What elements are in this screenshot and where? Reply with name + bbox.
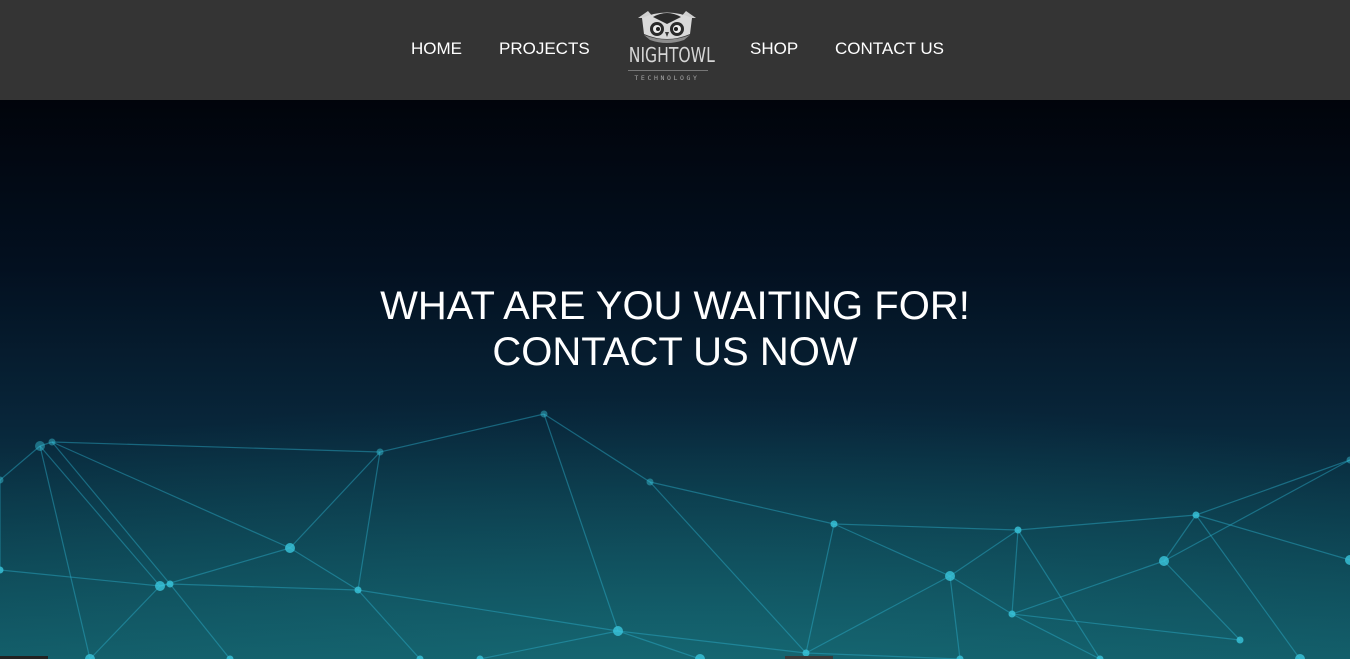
top-navbar: HOME PROJECTS NIGHTOWL TECHNOLOGY SHOP C… <box>0 0 1350 100</box>
hero-section: WHAT ARE YOU WAITING FOR! CONTACT US NOW <box>0 100 1350 659</box>
nav-projects-link[interactable]: PROJECTS <box>499 40 590 58</box>
mesh-node <box>1192 511 1200 519</box>
mesh-node <box>166 580 174 588</box>
hero-headline: WHAT ARE YOU WAITING FOR! CONTACT US NOW <box>0 283 1350 375</box>
mesh-node <box>540 410 548 418</box>
mesh-node <box>613 626 623 636</box>
nav-home-link[interactable]: HOME <box>411 40 462 58</box>
mesh-node <box>1159 556 1169 566</box>
mesh-node <box>1014 526 1022 534</box>
mesh-node <box>945 571 955 581</box>
logo-wordmark: NIGHTOWL <box>628 43 715 67</box>
mesh-node <box>830 520 838 528</box>
mesh-node <box>646 478 654 486</box>
nightowl-logo[interactable]: NIGHTOWL TECHNOLOGY <box>618 8 716 90</box>
network-mesh-graphic <box>0 330 1350 659</box>
mesh-node <box>48 438 56 446</box>
hero-headline-line1: WHAT ARE YOU WAITING FOR! <box>380 284 970 328</box>
mesh-node <box>35 441 45 451</box>
mesh-node <box>1008 610 1016 618</box>
nav-shop-link[interactable]: SHOP <box>750 40 798 58</box>
owl-icon <box>638 11 696 43</box>
logo-divider <box>628 70 708 71</box>
hero-headline-line2: CONTACT US NOW <box>492 330 858 374</box>
logo-tagline: TECHNOLOGY <box>634 74 700 82</box>
mesh-node <box>1236 636 1244 644</box>
nav-contact-link[interactable]: CONTACT US <box>835 40 944 58</box>
mesh-node <box>354 586 362 594</box>
mesh-node <box>155 581 165 591</box>
mesh-node <box>285 543 295 553</box>
mesh-node <box>376 448 384 456</box>
